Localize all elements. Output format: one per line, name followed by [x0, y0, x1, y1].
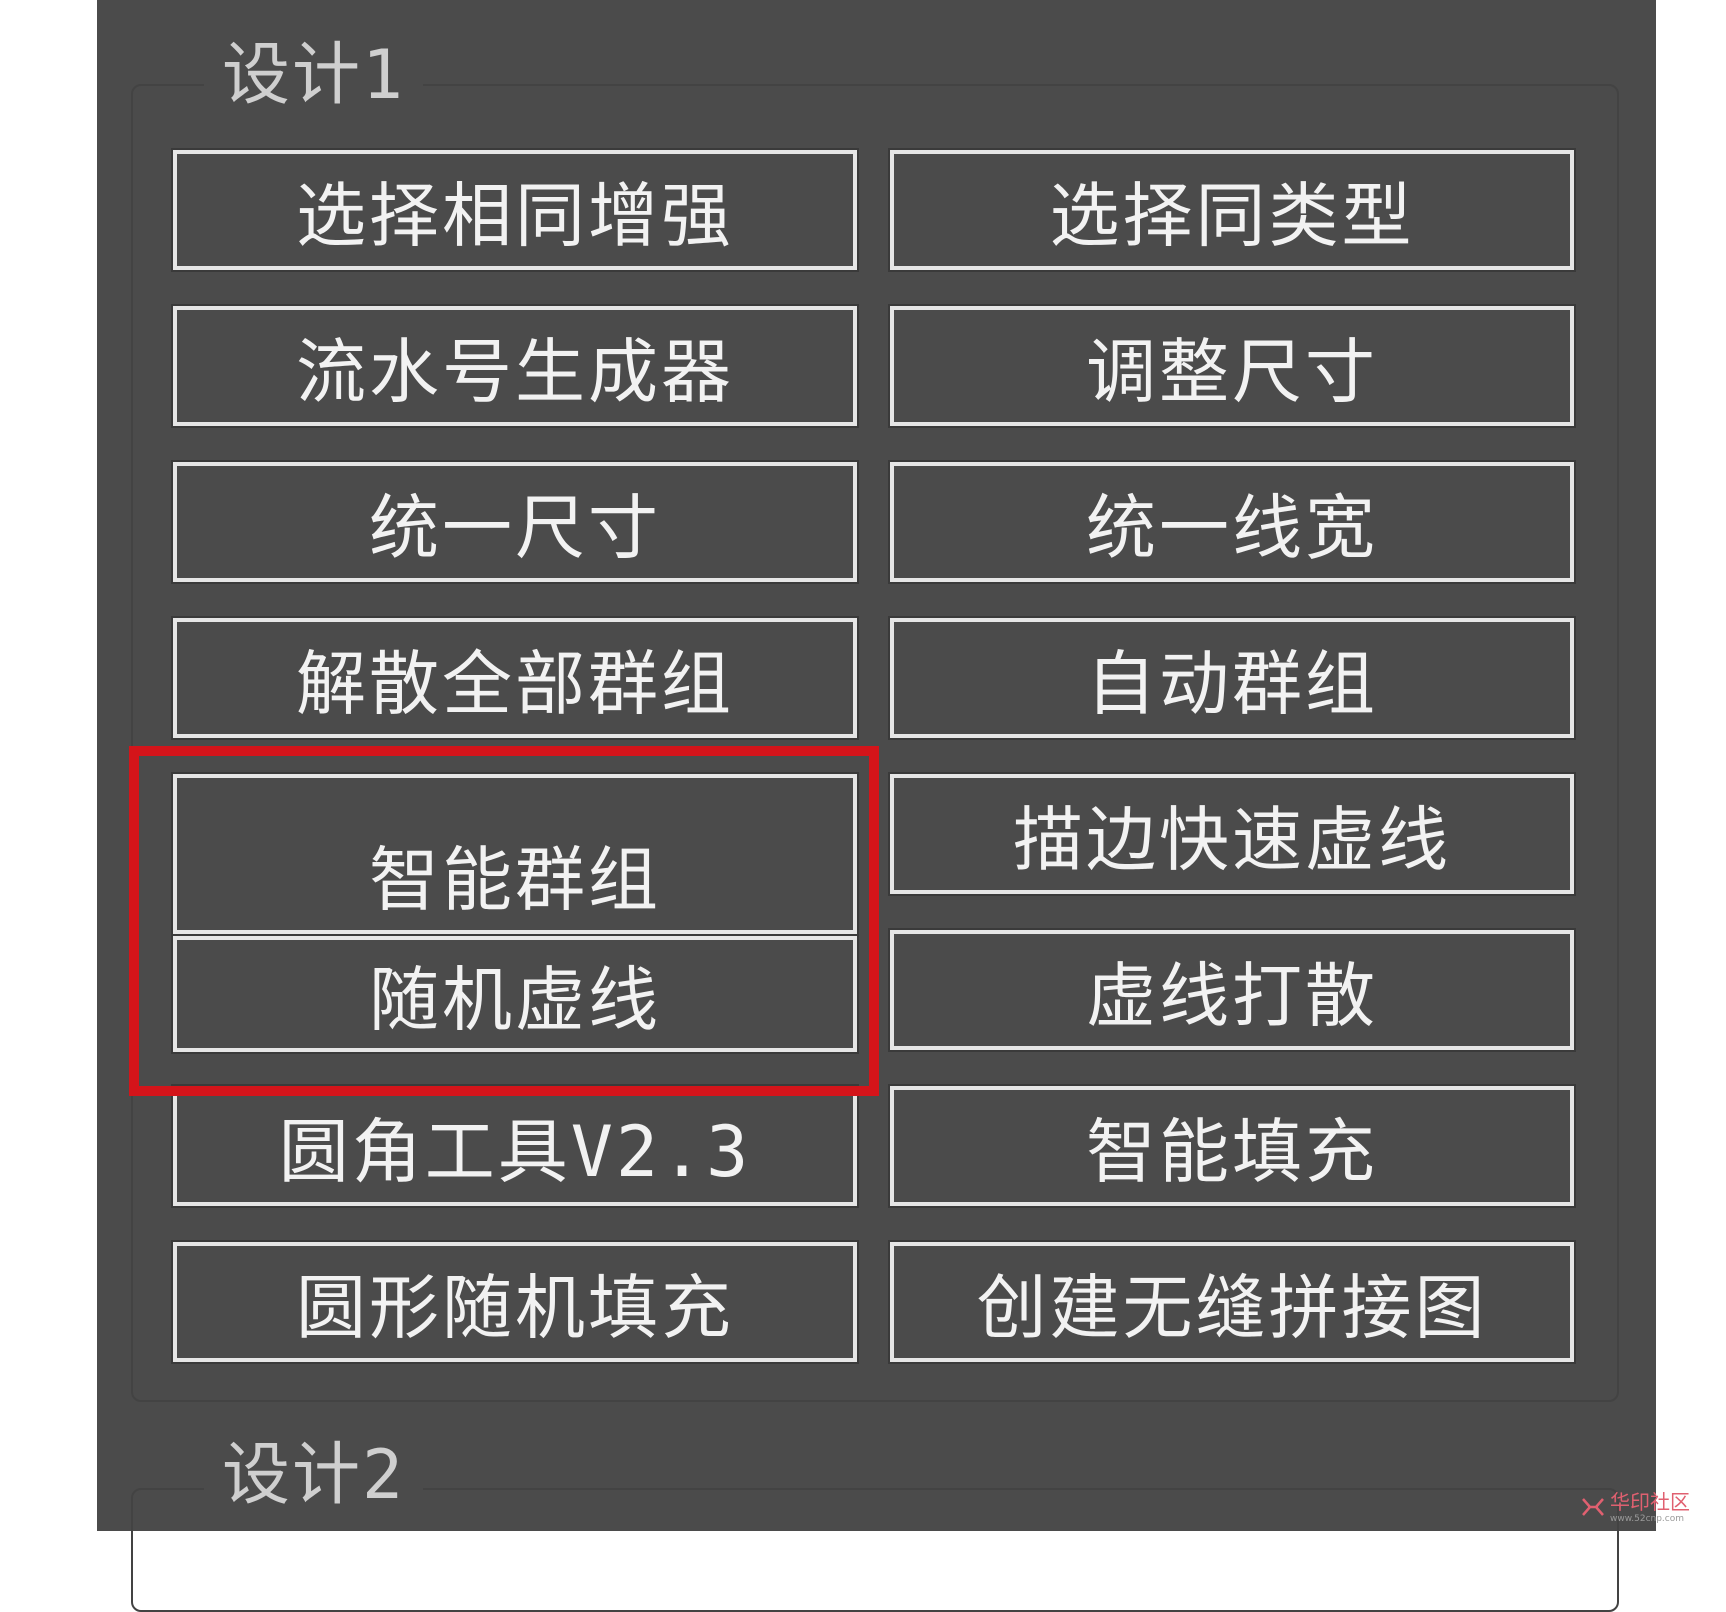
rounded-corner-tool-button[interactable]: 圆角工具V2.3	[171, 1084, 859, 1208]
unify-size-button[interactable]: 统一尺寸	[171, 460, 859, 584]
stroke-quick-dash-button[interactable]: 描边快速虚线	[888, 772, 1576, 896]
group-title-design-2: 设计2	[204, 1442, 423, 1510]
watermark-url: www.52cnp.com	[1610, 1514, 1685, 1524]
dash-break-apart-button[interactable]: 虚线打散	[888, 928, 1576, 1052]
group-title-design-1: 设计1	[204, 42, 423, 110]
watermark: 华印社区 www.52cnp.com	[1580, 1488, 1726, 1531]
watermark-site-name: 华印社区	[1610, 1490, 1690, 1514]
unify-line-width-button[interactable]: 统一线宽	[888, 460, 1576, 584]
tool-panel: 设计1 选择相同增强 选择同类型 流水号生成器 调整尺寸 统一尺寸 统一线宽 解…	[97, 0, 1656, 1612]
create-seamless-pattern-button[interactable]: 创建无缝拼接图	[888, 1240, 1576, 1364]
select-same-type-button[interactable]: 选择同类型	[888, 148, 1576, 272]
smart-group-button[interactable]: 智能群组	[171, 772, 859, 936]
circle-random-fill-button[interactable]: 圆形随机填充	[171, 1240, 859, 1364]
ungroup-all-button[interactable]: 解散全部群组	[171, 616, 859, 740]
site-logo-icon	[1582, 1498, 1604, 1516]
smart-fill-button[interactable]: 智能填充	[888, 1084, 1576, 1208]
random-dash-button[interactable]: 随机虚线	[171, 934, 859, 1054]
serial-number-generator-button[interactable]: 流水号生成器	[171, 304, 859, 428]
select-same-enhanced-button[interactable]: 选择相同增强	[171, 148, 859, 272]
adjust-size-button[interactable]: 调整尺寸	[888, 304, 1576, 428]
auto-group-button[interactable]: 自动群组	[888, 616, 1576, 740]
